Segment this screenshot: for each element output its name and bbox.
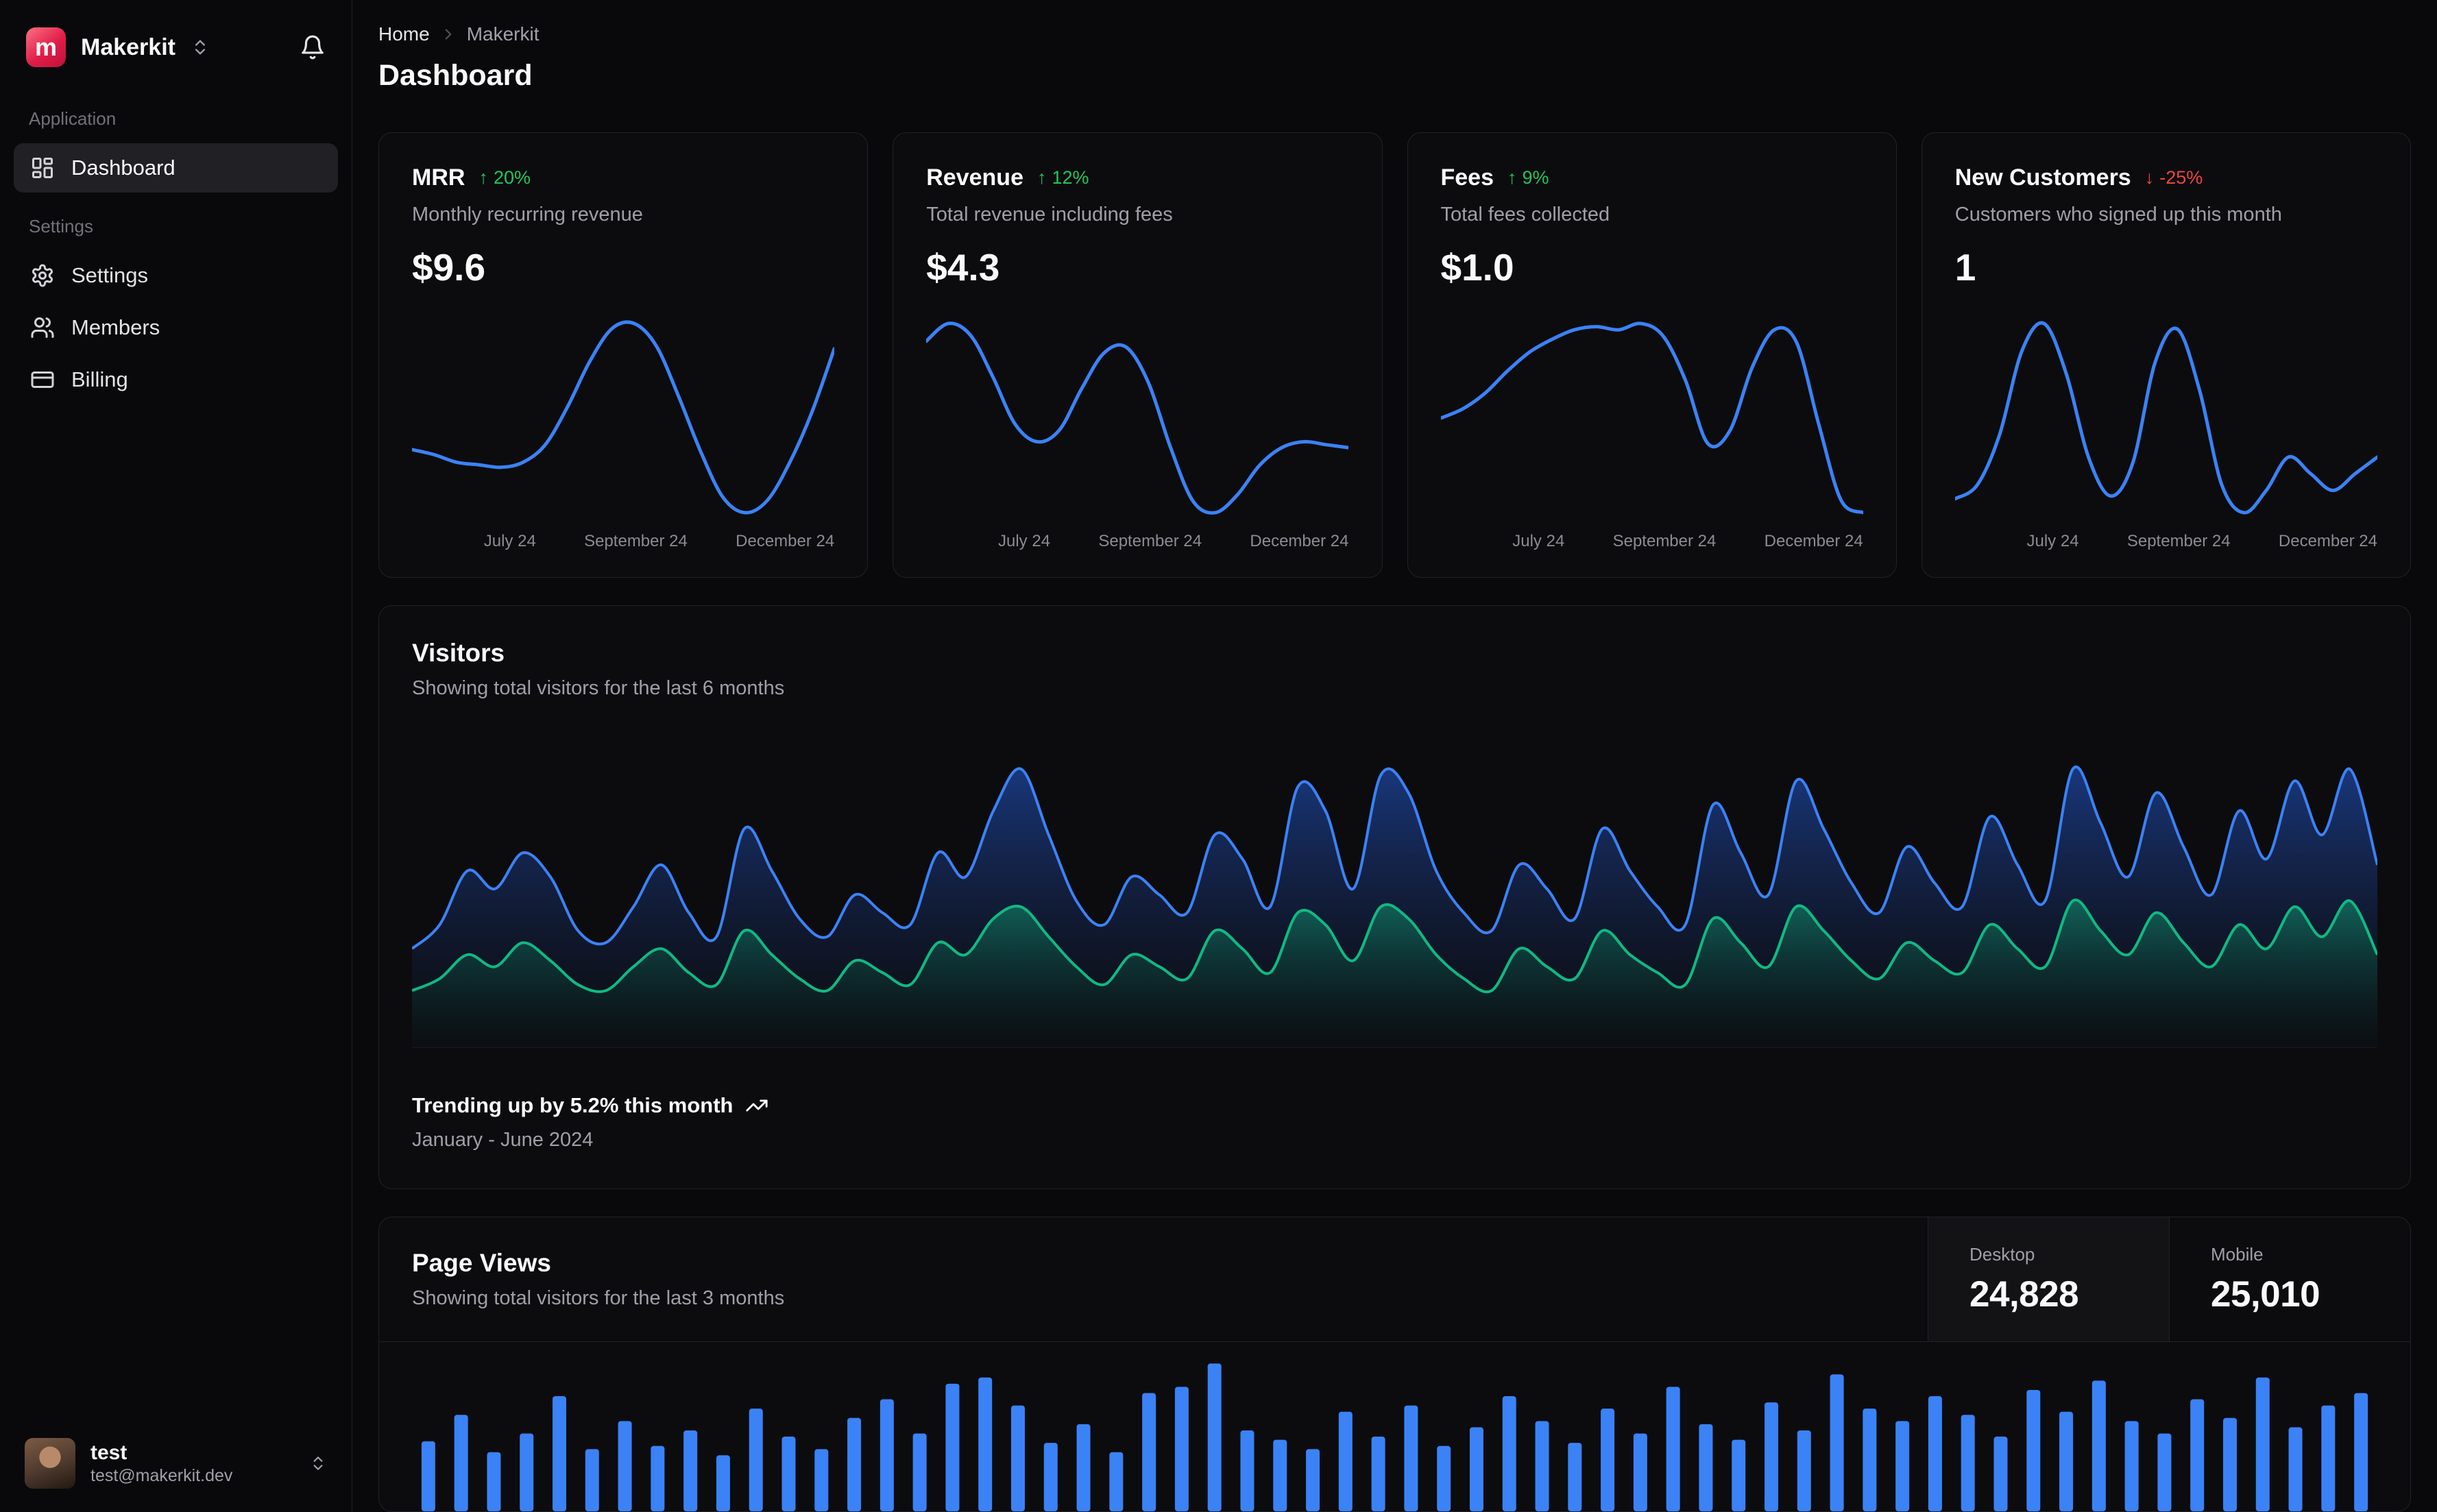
stat-title: Fees — [1440, 164, 1494, 191]
settings-nav: Settings Members Billing — [0, 248, 352, 407]
workspace-switcher[interactable]: m Makerkit — [0, 18, 352, 88]
mrr-sparkline-chart — [412, 315, 834, 521]
new-customers-sparkline-chart — [1954, 315, 2377, 521]
page-views-subtitle: Showing total visitors for the last 3 mo… — [412, 1287, 785, 1309]
trending-up-icon — [745, 1094, 768, 1117]
user-menu[interactable]: test test@makerkit.dev — [0, 1417, 352, 1512]
desktop-stat-toggle[interactable]: Desktop 24,828 — [1928, 1217, 2169, 1341]
arrow-up-icon: ↑ — [1036, 167, 1047, 188]
user-meta: test test@makerkit.dev — [90, 1440, 232, 1487]
revenue-sparkline-chart — [926, 315, 1349, 521]
stat-value: 1 — [1954, 246, 1976, 289]
stat-title: Revenue — [926, 164, 1023, 191]
sparkline-x-labels: July 24 September 24 December 24 — [483, 532, 835, 550]
breadcrumb-home-link[interactable]: Home — [378, 23, 430, 45]
stat-card-mrr: MRR ↑ 20% Monthly recurring revenue $9.6 … — [378, 132, 869, 578]
stat-title: New Customers — [1954, 164, 2131, 191]
trend-badge: ↑ 9% — [1507, 167, 1549, 188]
stat-card-new-customers: New Customers ↓ -25% Customers who signed… — [1921, 132, 2411, 578]
section-label-settings: Settings — [29, 216, 93, 236]
stat-value: $1.0 — [1440, 246, 1514, 289]
fees-sparkline-chart — [1440, 315, 1863, 521]
stat-title: MRR — [412, 164, 465, 191]
section-label-application: Application — [29, 108, 117, 129]
gear-icon — [30, 263, 55, 288]
visitors-title: Visitors — [412, 639, 505, 667]
arrow-down-icon: ↓ — [2144, 167, 2155, 188]
sidebar: m Makerkit Application Dashboard Setting… — [0, 0, 352, 1512]
sidebar-item-label: Billing — [71, 367, 128, 391]
breadcrumb-current: Makerkit — [466, 23, 539, 45]
sparkline-x-labels: July 24 September 24 December 24 — [2026, 532, 2377, 550]
breadcrumb: Home Makerkit — [378, 23, 2411, 45]
stat-card-revenue: Revenue ↑ 12% Total revenue including fee… — [893, 132, 1383, 578]
trend-badge: ↑ 12% — [1036, 167, 1089, 188]
arrow-up-icon: ↑ — [1507, 167, 1517, 188]
sidebar-item-members[interactable]: Members — [14, 303, 338, 352]
visitors-footer: Trending up by 5.2% this month — [412, 1093, 2377, 1118]
stat-subtitle: Total revenue including fees — [926, 204, 1173, 225]
stat-value: $9.6 — [412, 246, 486, 289]
users-icon — [30, 315, 55, 340]
sidebar-item-settings[interactable]: Settings — [14, 251, 338, 300]
trend-badge: ↑ 20% — [478, 167, 531, 188]
chevrons-up-down-icon — [191, 38, 210, 57]
stat-cards-row: MRR ↑ 20% Monthly recurring revenue $9.6 … — [378, 132, 2411, 578]
mobile-label: Mobile — [2211, 1243, 2264, 1265]
main-content: Home Makerkit Dashboard MRR ↑ 20% Monthly… — [352, 0, 2437, 1512]
chevron-right-icon — [439, 25, 457, 43]
page-views-title: Page Views — [412, 1249, 551, 1277]
app-nav: Dashboard — [0, 141, 352, 195]
stat-card-fees: Fees ↑ 9% Total fees collected $1.0 July … — [1407, 132, 1897, 578]
sparkline-x-labels: July 24 September 24 December 24 — [998, 532, 1349, 550]
page-views-bar-chart — [412, 1356, 2377, 1511]
user-email: test@makerkit.dev — [90, 1466, 233, 1486]
user-avatar — [25, 1438, 75, 1489]
workspace-name: Makerkit — [81, 34, 175, 60]
credit-card-icon — [30, 367, 55, 392]
visitors-area-chart — [412, 740, 2377, 1048]
sidebar-item-dashboard[interactable]: Dashboard — [14, 143, 338, 193]
user-name: test — [90, 1441, 128, 1464]
sidebar-item-label: Dashboard — [71, 156, 175, 180]
visitors-subtitle: Showing total visitors for the last 6 mo… — [412, 677, 785, 699]
visitors-card: Visitors Showing total visitors for the … — [378, 605, 2411, 1189]
page-title: Dashboard — [378, 59, 533, 92]
sidebar-item-label: Settings — [71, 263, 149, 287]
sidebar-item-label: Members — [71, 315, 160, 339]
sparkline-x-labels: July 24 September 24 December 24 — [1512, 532, 1863, 550]
stat-subtitle: Total fees collected — [1440, 204, 1610, 225]
chevrons-up-down-icon — [309, 1454, 327, 1472]
mobile-stat-toggle[interactable]: Mobile 25,010 — [2169, 1217, 2410, 1341]
stat-subtitle: Monthly recurring revenue — [412, 204, 643, 225]
desktop-value: 24,828 — [1969, 1273, 2079, 1315]
dashboard-icon — [30, 156, 55, 180]
desktop-label: Desktop — [1969, 1243, 2035, 1265]
bell-icon — [300, 34, 326, 60]
visitors-date-range: January - June 2024 — [412, 1129, 594, 1151]
page-views-header: Page Views Showing total visitors for th… — [379, 1217, 2410, 1342]
notifications-button[interactable] — [300, 34, 326, 60]
stat-subtitle: Customers who signed up this month — [1954, 204, 2282, 225]
stat-value: $4.3 — [926, 246, 1000, 289]
sidebar-item-billing[interactable]: Billing — [14, 355, 338, 404]
page-views-card: Page Views Showing total visitors for th… — [378, 1217, 2411, 1512]
arrow-up-icon: ↑ — [478, 167, 488, 188]
trend-badge: ↓ -25% — [2144, 167, 2203, 188]
makerkit-logo: m — [26, 27, 66, 67]
mobile-value: 25,010 — [2211, 1273, 2320, 1315]
